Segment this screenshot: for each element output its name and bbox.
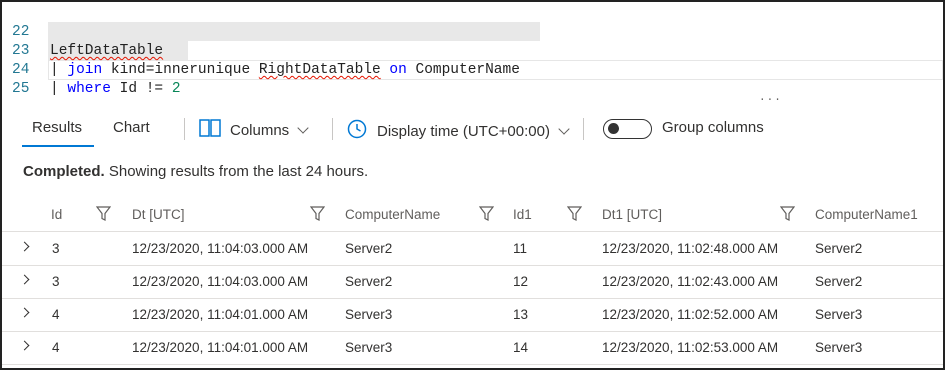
toggle-knob bbox=[608, 123, 619, 134]
line-number: 25 bbox=[12, 81, 30, 97]
filter-icon[interactable] bbox=[95, 206, 112, 225]
toolbar-divider bbox=[332, 118, 333, 140]
table-header: Id Dt [UTC] ComputerName Id1 Dt1 [UTC] C… bbox=[2, 198, 943, 232]
cell-id1: 14 bbox=[513, 340, 529, 355]
column-header-id1[interactable]: Id1 bbox=[513, 207, 532, 222]
code-line-22[interactable]: 22 LeftDataTable bbox=[2, 4, 163, 59]
clock-icon bbox=[347, 119, 367, 143]
chevron-right-icon[interactable] bbox=[19, 307, 30, 318]
code-line-25[interactable]: 25 bbox=[2, 61, 54, 97]
cell-computername: Server3 bbox=[345, 307, 393, 322]
table-row[interactable]: 3 12/23/2020, 11:04:03.000 AM Server2 12… bbox=[2, 266, 943, 299]
code-keyword: where bbox=[67, 81, 111, 97]
query-editor[interactable]: 22 LeftDataTable 23 | join kind=inneruni… bbox=[2, 2, 943, 104]
code-identifier: RightDataTable bbox=[258, 62, 381, 78]
chevron-down-icon bbox=[297, 121, 309, 134]
cell-id: 3 bbox=[52, 274, 60, 289]
column-header-dt[interactable]: Dt [UTC] bbox=[132, 207, 185, 222]
column-header-dt1[interactable]: Dt1 [UTC] bbox=[602, 207, 662, 222]
display-time-label: Display time (UTC+00:00) bbox=[377, 122, 550, 140]
cell-dt1: 12/23/2020, 11:02:43.000 AM bbox=[602, 274, 779, 289]
results-toolbar: Results Chart Columns Display time (UTC+… bbox=[2, 110, 943, 150]
cell-computername1: Server3 bbox=[815, 307, 863, 322]
cell-computername1: Server2 bbox=[815, 274, 863, 289]
table-row[interactable]: 4 12/23/2020, 11:04:01.000 AM Server3 13… bbox=[2, 299, 943, 332]
columns-button[interactable]: Columns bbox=[199, 119, 309, 141]
chevron-right-icon[interactable] bbox=[19, 340, 30, 351]
code-identifier: LeftDataTable bbox=[50, 43, 164, 59]
toolbar-divider bbox=[583, 118, 584, 140]
filter-icon[interactable] bbox=[779, 206, 796, 225]
cell-id1: 13 bbox=[513, 307, 529, 322]
code-text: Id != bbox=[110, 81, 172, 97]
cell-id1: 12 bbox=[513, 274, 529, 289]
display-time-dropdown[interactable]: Display time (UTC+00:00) bbox=[347, 119, 570, 143]
table-row[interactable]: 4 12/23/2020, 11:04:01.000 AM Server3 14… bbox=[2, 332, 943, 365]
table-row[interactable]: 3 12/23/2020, 11:04:03.000 AM Server2 11… bbox=[2, 233, 943, 266]
column-header-id[interactable]: Id bbox=[51, 207, 62, 222]
column-header-computername1[interactable]: ComputerName1 bbox=[815, 207, 918, 222]
kql-query-window: 22 LeftDataTable 23 | join kind=inneruni… bbox=[0, 0, 945, 370]
chevron-right-icon[interactable] bbox=[19, 274, 30, 285]
query-status: Completed. Showing results from the last… bbox=[23, 163, 368, 180]
code-line-24[interactable]: 24 | where Id != 2 bbox=[2, 42, 181, 97]
cell-computername: Server2 bbox=[345, 241, 393, 256]
cell-dt1: 12/23/2020, 11:02:53.000 AM bbox=[602, 340, 779, 355]
filter-icon[interactable] bbox=[478, 206, 495, 225]
cell-computername: Server3 bbox=[345, 340, 393, 355]
tab-chart[interactable]: Chart bbox=[113, 119, 150, 136]
filter-icon[interactable] bbox=[309, 206, 326, 225]
code-text: kind=innerunique bbox=[102, 62, 259, 78]
cell-dt: 12/23/2020, 11:04:01.000 AM bbox=[132, 340, 309, 355]
columns-label: Columns bbox=[230, 121, 290, 139]
code-text: ComputerName bbox=[406, 62, 520, 78]
status-completed: Completed. bbox=[23, 163, 105, 180]
cell-dt: 12/23/2020, 11:04:03.000 AM bbox=[132, 241, 309, 256]
tab-results[interactable]: Results bbox=[32, 119, 82, 136]
code-number: 2 bbox=[171, 81, 181, 97]
cell-dt1: 12/23/2020, 11:02:48.000 AM bbox=[602, 241, 779, 256]
status-text: Showing results from the last 24 hours. bbox=[104, 163, 369, 180]
cell-id: 4 bbox=[52, 307, 60, 322]
cell-dt: 12/23/2020, 11:04:01.000 AM bbox=[132, 307, 309, 322]
line-highlight bbox=[48, 22, 540, 41]
cell-computername: Server2 bbox=[345, 274, 393, 289]
cell-computername1: Server3 bbox=[815, 340, 863, 355]
chevron-right-icon[interactable] bbox=[19, 241, 30, 252]
toolbar-divider bbox=[184, 118, 185, 140]
filter-icon[interactable] bbox=[566, 206, 583, 225]
cell-id: 4 bbox=[52, 340, 60, 355]
cell-dt: 12/23/2020, 11:04:03.000 AM bbox=[132, 274, 309, 289]
columns-icon bbox=[199, 119, 221, 141]
cell-id1: 11 bbox=[513, 241, 528, 256]
group-columns-label: Group columns bbox=[662, 119, 764, 136]
cell-computername1: Server2 bbox=[815, 241, 863, 256]
code-keyword: join bbox=[67, 62, 103, 78]
cell-dt1: 12/23/2020, 11:02:52.000 AM bbox=[602, 307, 779, 322]
group-columns-toggle[interactable] bbox=[603, 119, 652, 139]
cell-id: 3 bbox=[52, 241, 60, 256]
code-line-23[interactable]: 23 | join kind=innerunique RightDataTabl… bbox=[2, 23, 520, 78]
column-header-computername[interactable]: ComputerName bbox=[345, 207, 440, 222]
code-keyword: on bbox=[380, 62, 407, 78]
selected-tab-indicator bbox=[22, 145, 94, 147]
resize-handle[interactable]: ... bbox=[759, 92, 782, 104]
chevron-down-icon bbox=[558, 122, 570, 135]
